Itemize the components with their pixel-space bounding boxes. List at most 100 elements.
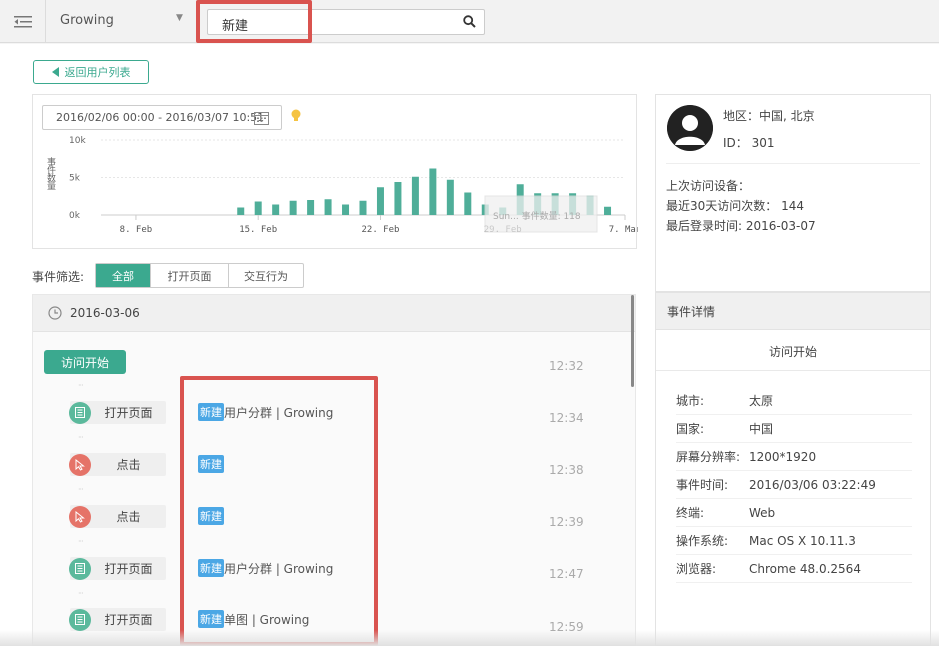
event-time: 12:34 — [549, 411, 584, 425]
event-tag: 新建 — [198, 455, 224, 473]
detail-value: Web — [749, 505, 776, 520]
x-tick-label: 8. Feb — [120, 225, 153, 235]
chart-bar — [237, 207, 245, 215]
chart-tooltip-text: Sun... 事件数量: 118 — [493, 210, 581, 222]
detail-row-country: 国家: 中国 — [676, 415, 912, 443]
detail-value: 太原 — [749, 394, 774, 408]
event-name-text: 用户分群 | Growing — [224, 561, 334, 576]
detail-row-city: 城市: 太原 — [676, 387, 912, 415]
event-name-text: 用户分群 | Growing — [224, 405, 334, 420]
chart-bar — [429, 168, 437, 215]
chart-bar — [324, 199, 332, 215]
event-type-click[interactable]: 点击 — [69, 505, 166, 528]
event-type-open-page[interactable]: 打开页面 — [69, 557, 166, 580]
user-silhouette-icon — [667, 105, 713, 151]
chart-bar — [464, 192, 472, 215]
x-tick-label: 7. Mar — [609, 225, 638, 235]
filter-tab-all[interactable]: 全部 — [96, 264, 151, 287]
y-tick-label: 0k — [69, 211, 81, 221]
triangle-left-icon — [51, 67, 59, 77]
event-detail-title: 访问开始 — [768, 345, 817, 359]
timeline-connector: ··· — [78, 381, 84, 390]
filter-tab-open-page[interactable]: 打开页面 — [151, 264, 229, 287]
detail-row-browser: 浏览器: Chrome 48.0.2564 — [676, 555, 912, 583]
event-type-open-page[interactable]: 打开页面 — [69, 401, 166, 424]
cursor-icon — [69, 505, 91, 528]
event-name[interactable]: 新建 — [198, 455, 224, 473]
avatar — [667, 105, 713, 151]
visit-start-time: 12:32 — [549, 359, 584, 373]
divider — [666, 163, 920, 164]
detail-key: 事件时间: — [676, 478, 729, 492]
last-login-time: 最后登录时间: 2016-03-07 — [666, 219, 816, 233]
event-type-label: 点击 — [116, 510, 141, 524]
detail-row-event-time: 事件时间: 2016/03/06 03:22:49 — [676, 471, 912, 499]
back-to-user-list-button[interactable]: 返回用户列表 — [33, 60, 149, 84]
chart-bar — [604, 206, 612, 215]
event-tag: 新建 — [198, 403, 224, 421]
timeline-connector: ··· — [78, 589, 84, 598]
y-tick-label: 5k — [69, 174, 81, 184]
timeline-connector: ··· — [78, 485, 84, 494]
top-bar: Growing ▼ 新建 — [0, 0, 939, 43]
x-tick-label: 15. Feb — [239, 225, 277, 235]
detail-value: 中国 — [749, 422, 774, 436]
search-input[interactable]: 新建 — [222, 15, 248, 34]
y-tick-label: 10k — [69, 136, 86, 146]
event-type-label: 打开页面 — [104, 562, 153, 576]
chart-bar — [289, 200, 297, 215]
event-time: 12:47 — [549, 567, 584, 581]
detail-key: 终端: — [676, 506, 705, 520]
event-name[interactable]: 新建 用户分群 | Growing — [198, 559, 333, 577]
event-type-label: 点击 — [116, 458, 141, 472]
divider — [656, 370, 930, 371]
detail-row-os: 操作系统: Mac OS X 10.11.3 — [676, 527, 912, 555]
event-name-text: 单图 | Growing — [224, 612, 310, 627]
chart-bar — [307, 200, 315, 215]
main-content: 返回用户列表 2016/02/06 00:00 - 2016/03/07 10:… — [0, 44, 939, 646]
timeline-date: 2016-03-06 — [70, 306, 140, 320]
event-tag: 新建 — [198, 507, 224, 525]
event-timeline: 2016-03-06 访问开始 12:32 ··· 打开页面 新建 用户分群 | … — [32, 294, 636, 646]
menu-collapse-icon — [13, 15, 32, 27]
search-box[interactable]: 新建 — [207, 9, 485, 35]
x-tick-label: 22. Feb — [361, 225, 399, 235]
event-type-click[interactable]: 点击 — [69, 453, 166, 476]
detail-value: 1200*1920 — [749, 449, 817, 464]
event-time: 12:39 — [549, 515, 584, 529]
timeline-scrollbar[interactable] — [631, 295, 634, 387]
event-name[interactable]: 新建 单图 | Growing — [198, 610, 309, 628]
timeline-connector: ··· — [78, 537, 84, 546]
page-icon — [69, 608, 91, 631]
event-chart-panel: 2016/02/06 00:00 - 2016/03/07 10:51 事件数量… — [32, 94, 638, 249]
detail-key: 国家: — [676, 422, 705, 436]
filter-tab-interaction[interactable]: 交互行为 — [229, 264, 303, 287]
caret-down-icon[interactable]: ▼ — [176, 13, 183, 23]
event-type-open-page[interactable]: 打开页面 — [69, 608, 166, 631]
page-icon — [69, 401, 91, 424]
user-id: ID： 301 — [723, 136, 775, 150]
chart-bar — [359, 200, 367, 215]
event-filter-label: 事件筛选: — [32, 270, 85, 284]
event-detail-header: 事件详情 — [656, 293, 930, 330]
search-icon[interactable] — [463, 15, 476, 28]
back-button-label: 返回用户列表 — [64, 66, 131, 79]
last-device-label: 上次访问设备： — [666, 179, 751, 193]
event-type-label: 打开页面 — [104, 613, 153, 627]
visits-30-days: 最近30天访问次数： 144 — [666, 199, 804, 213]
event-name[interactable]: 新建 — [198, 507, 224, 525]
user-region: 地区：中国, 北京 — [723, 109, 815, 123]
chart-bar — [272, 204, 280, 215]
event-name[interactable]: 新建 用户分群 | Growing — [198, 403, 333, 421]
detail-key: 操作系统: — [676, 534, 729, 548]
clock-icon — [48, 306, 62, 320]
visit-start-button[interactable]: 访问开始 — [44, 350, 126, 374]
project-selector[interactable]: Growing — [60, 13, 114, 28]
event-detail-panel: 事件详情 访问开始 城市: 太原 国家: 中国 屏幕分辨率: 1200*1920… — [655, 292, 931, 646]
detail-value: Chrome 48.0.2564 — [749, 561, 861, 576]
page-icon — [69, 557, 91, 580]
event-filter-tabs: 全部 打开页面 交互行为 — [95, 263, 304, 288]
event-time: 12:38 — [549, 463, 584, 477]
menu-toggle-button[interactable] — [0, 0, 46, 43]
timeline-date-header: 2016-03-06 — [33, 295, 635, 332]
